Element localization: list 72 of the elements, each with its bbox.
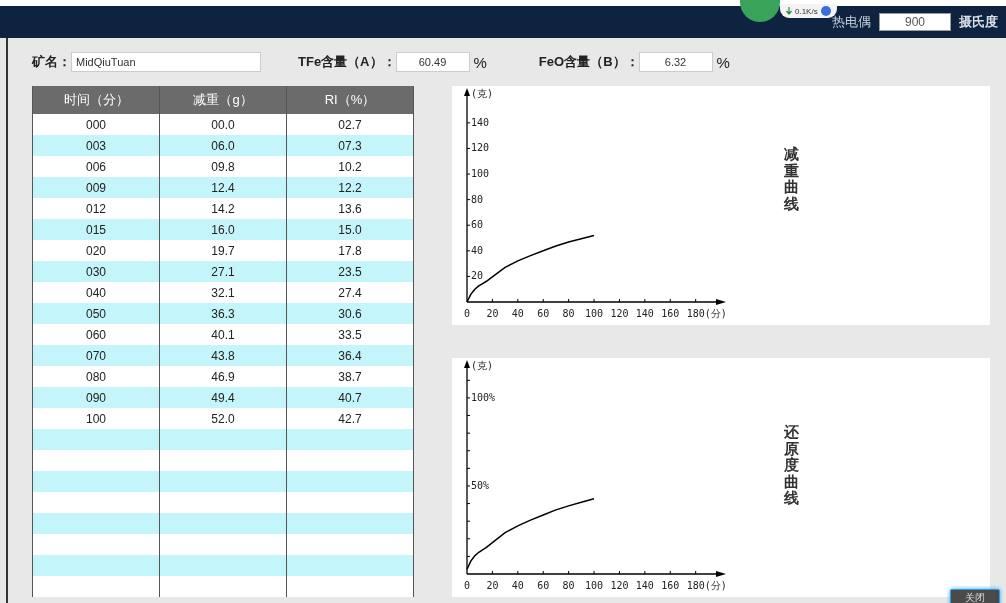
thermocouple-label: 热电偶 bbox=[832, 13, 871, 31]
table-cell: 30.6 bbox=[287, 303, 414, 324]
tick-label: 120 bbox=[610, 308, 629, 319]
table-cell: 070 bbox=[32, 345, 160, 366]
tick-label: 100 bbox=[585, 580, 604, 591]
tick-label: 100 bbox=[585, 308, 604, 319]
tick-label: 120 bbox=[610, 580, 629, 591]
table-cell: 090 bbox=[32, 387, 160, 408]
table-cell: 43.8 bbox=[160, 345, 287, 366]
chart-title: 减重曲线 bbox=[784, 146, 799, 214]
percent-label: % bbox=[473, 53, 487, 71]
tick-label: 100% bbox=[471, 391, 496, 403]
tick-label: 140 bbox=[635, 580, 654, 591]
axis-unit-label: (克) bbox=[471, 88, 494, 99]
tick-label: 180(分) bbox=[686, 580, 727, 591]
table-cell: 050 bbox=[32, 303, 160, 324]
tick-label: 80 bbox=[562, 580, 575, 591]
table-cell: 40.7 bbox=[287, 387, 414, 408]
table-cell: 009 bbox=[32, 177, 160, 198]
table-cell: 23.5 bbox=[287, 261, 414, 282]
tick-label: 50% bbox=[471, 479, 490, 491]
table-cell: 36.3 bbox=[160, 303, 287, 324]
table-cell: 16.0 bbox=[160, 219, 287, 240]
tick-label: 60 bbox=[471, 219, 484, 231]
table-cell: 12.4 bbox=[160, 177, 287, 198]
feo-field[interactable]: 6.32 bbox=[638, 52, 713, 72]
ore-name-field[interactable]: MidQiuTuan bbox=[71, 52, 261, 72]
tick-label: 80 bbox=[471, 193, 484, 205]
table-cell: 36.4 bbox=[287, 345, 414, 366]
tick-label: 160 bbox=[661, 308, 680, 319]
column-header[interactable]: RI（%） bbox=[287, 86, 414, 114]
tick-label: 120 bbox=[471, 142, 490, 154]
ore-name-label: 矿名： bbox=[32, 53, 71, 71]
temperature-field[interactable]: 900 bbox=[879, 13, 951, 31]
close-button[interactable]: 关闭 bbox=[950, 589, 1000, 603]
table-cell: 030 bbox=[32, 261, 160, 282]
tick-label: 20 bbox=[486, 308, 499, 319]
tick-label: 140 bbox=[471, 116, 490, 128]
tick-label: 20 bbox=[471, 270, 484, 282]
table-cell: 15.0 bbox=[287, 219, 414, 240]
tick-label: 100 bbox=[471, 168, 490, 180]
axis-unit-label: (克) bbox=[471, 360, 494, 371]
tick-label: 20 bbox=[486, 580, 499, 591]
table-cell: 12.2 bbox=[287, 177, 414, 198]
tick-label: 140 bbox=[635, 308, 654, 319]
tick-label: 60 bbox=[537, 580, 550, 591]
feo-label: FeO含量（B）： bbox=[538, 53, 639, 71]
table-cell: 003 bbox=[32, 135, 160, 156]
tick-label: 160 bbox=[661, 580, 680, 591]
tick-label: 0 bbox=[464, 580, 470, 591]
speed-text: 0.1K/s bbox=[795, 6, 818, 16]
tick-label: 60 bbox=[537, 308, 550, 319]
table-cell: 07.3 bbox=[287, 135, 414, 156]
column-header[interactable]: 减重（g） bbox=[160, 86, 287, 114]
tfe-label: TFe含量（A）： bbox=[298, 53, 396, 71]
column-header[interactable]: 时间（分） bbox=[32, 86, 160, 114]
unit-label: 摄氏度 bbox=[959, 13, 998, 31]
table-cell: 49.4 bbox=[160, 387, 287, 408]
tick-label: 40 bbox=[471, 244, 484, 256]
percent-label: % bbox=[716, 53, 730, 71]
tick-label: 180(分) bbox=[686, 308, 727, 319]
tick-label: 40 bbox=[511, 308, 524, 319]
table-cell: 27.1 bbox=[160, 261, 287, 282]
info-circle-icon bbox=[820, 6, 831, 16]
table-cell: 06.0 bbox=[160, 135, 287, 156]
chart-title: 还原度曲线 bbox=[784, 424, 799, 508]
tick-label: 0 bbox=[464, 308, 470, 319]
tfe-field[interactable]: 60.49 bbox=[395, 52, 470, 72]
tick-label: 40 bbox=[511, 580, 524, 591]
table-cell: 015 bbox=[32, 219, 160, 240]
tick-label: 80 bbox=[562, 308, 575, 319]
download-arrow-icon bbox=[786, 7, 792, 15]
